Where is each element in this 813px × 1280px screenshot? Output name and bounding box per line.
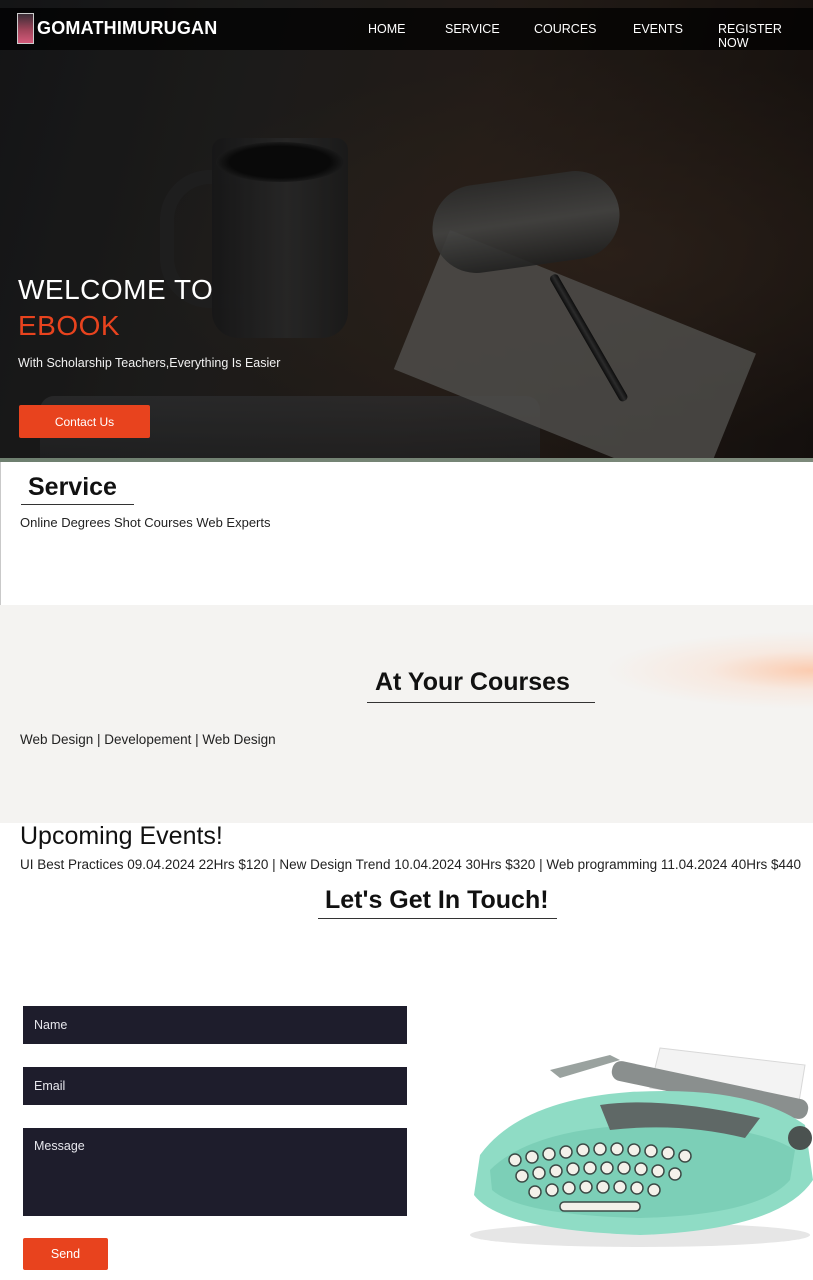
- nav-service[interactable]: SERVICE: [445, 22, 500, 36]
- brand-logo-text[interactable]: GOMATHIMURUGAN: [37, 18, 217, 39]
- send-button[interactable]: Send: [23, 1238, 108, 1270]
- email-field[interactable]: [23, 1067, 407, 1105]
- nav-events[interactable]: EVENTS: [633, 22, 683, 36]
- hero-accent-title: EBOOK: [18, 310, 121, 341]
- events-heading: Upcoming Events!: [20, 822, 223, 850]
- hero-overlay: [0, 0, 813, 462]
- courses-heading-underline: [367, 702, 595, 703]
- courses-section: [0, 605, 813, 823]
- courses-heading: At Your Courses: [375, 668, 570, 696]
- events-items-text: UI Best Practices 09.04.2024 22Hrs $120 …: [20, 857, 801, 872]
- contact-heading-underline: [318, 918, 557, 919]
- service-items-text: Online Degrees Shot Courses Web Experts: [20, 515, 271, 530]
- courses-items-text: Web Design | Developement | Web Design: [20, 732, 276, 747]
- contact-heading: Let's Get In Touch!: [325, 886, 549, 914]
- nav-courses[interactable]: COURCES: [534, 22, 597, 36]
- name-field[interactable]: [23, 1006, 407, 1044]
- hero-divider: [0, 458, 813, 462]
- hero-title: WELCOME TO: [18, 274, 214, 305]
- service-heading: Service: [28, 473, 117, 501]
- message-field[interactable]: [23, 1128, 407, 1216]
- service-heading-underline: [21, 504, 134, 505]
- contact-us-button[interactable]: Contact Us: [19, 405, 150, 438]
- nav-register-now[interactable]: REGISTER NOW: [718, 22, 813, 50]
- typewriter-image: [470, 1047, 813, 1247]
- profile-photo-icon[interactable]: [17, 13, 34, 44]
- hero-subtitle: With Scholarship Teachers,Everything Is …: [18, 356, 281, 370]
- hero-section: GOMATHIMURUGAN HOME SERVICE COURCES EVEN…: [0, 0, 813, 462]
- nav-home[interactable]: HOME: [368, 22, 406, 36]
